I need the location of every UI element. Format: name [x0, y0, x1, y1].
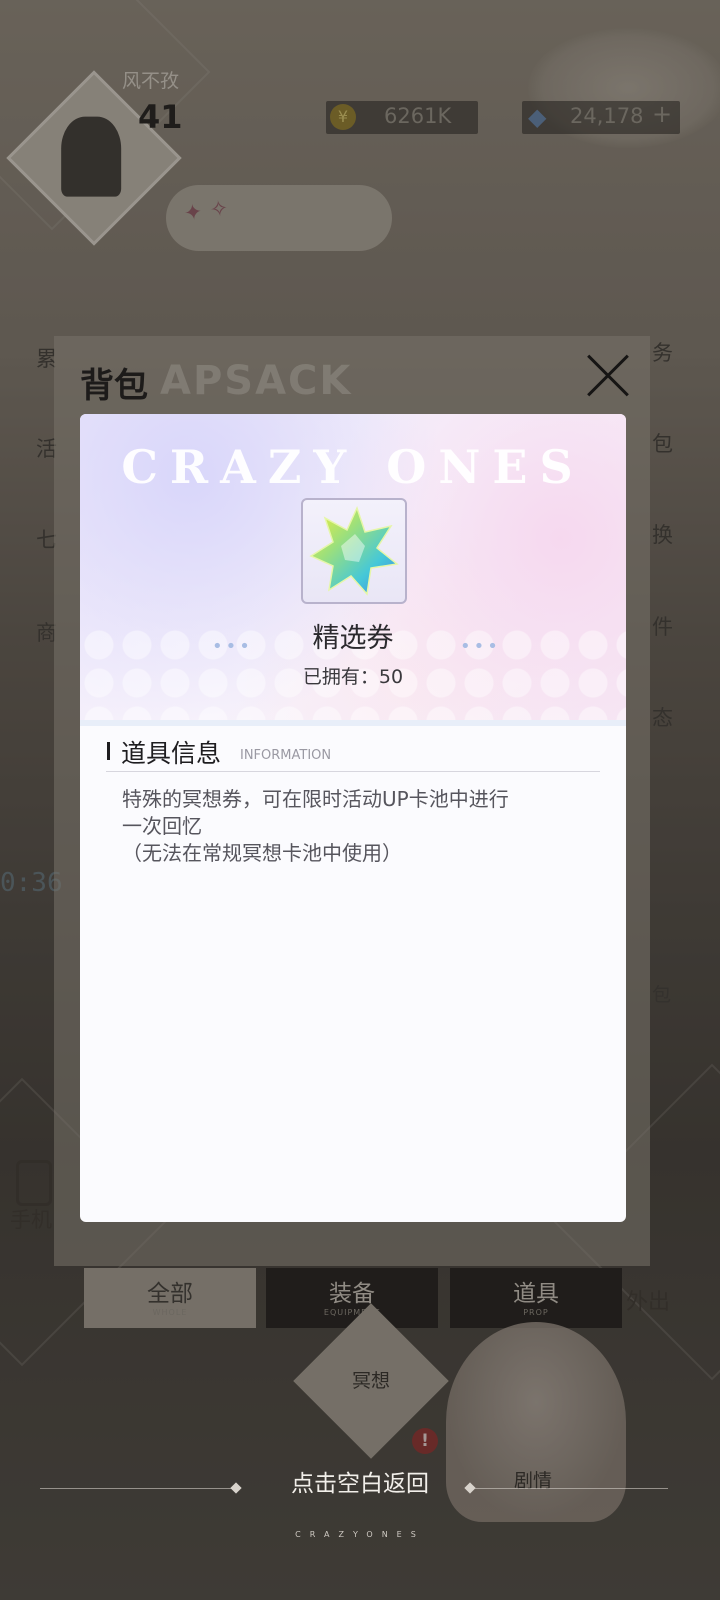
- star-crystal-ticket-icon: [309, 505, 399, 596]
- tap-to-return-hint[interactable]: 点击空白返回: [0, 1464, 720, 1498]
- backpack-watermark: APSACK: [160, 358, 353, 404]
- item-owned-count: 已拥有：50: [302, 666, 404, 688]
- section-subtitle: INFORMATION: [240, 748, 332, 763]
- section-title: 道具信息: [121, 739, 222, 768]
- description-line-2: 一次回忆: [122, 814, 202, 838]
- item-name: 精选券: [312, 623, 394, 654]
- close-button[interactable]: [584, 352, 632, 400]
- item-description: 特殊的冥想券，可在限时活动UP卡池中进行 一次回忆 （无法在常规冥想卡池中使用）: [122, 786, 592, 867]
- header-band: [80, 720, 626, 726]
- backpack-title: 背包: [80, 366, 148, 406]
- footer-brand: CRAZYONES: [295, 1530, 425, 1539]
- description-line-1: 特殊的冥想券，可在限时活动UP卡池中进行: [122, 787, 509, 811]
- item-icon-frame: [301, 498, 407, 604]
- brand-watermark: CRAZY ONES: [121, 440, 585, 494]
- item-detail-card: CRAZY ONES ••• ••• 精选券 已拥有：50 道具信息 INFOR…: [80, 414, 626, 1222]
- section-marker: [107, 742, 110, 760]
- item-header: CRAZY ONES ••• ••• 精选券 已拥有：50: [80, 414, 626, 726]
- section-divider: [106, 771, 600, 772]
- description-line-3: （无法在常规冥想卡池中使用）: [122, 841, 402, 865]
